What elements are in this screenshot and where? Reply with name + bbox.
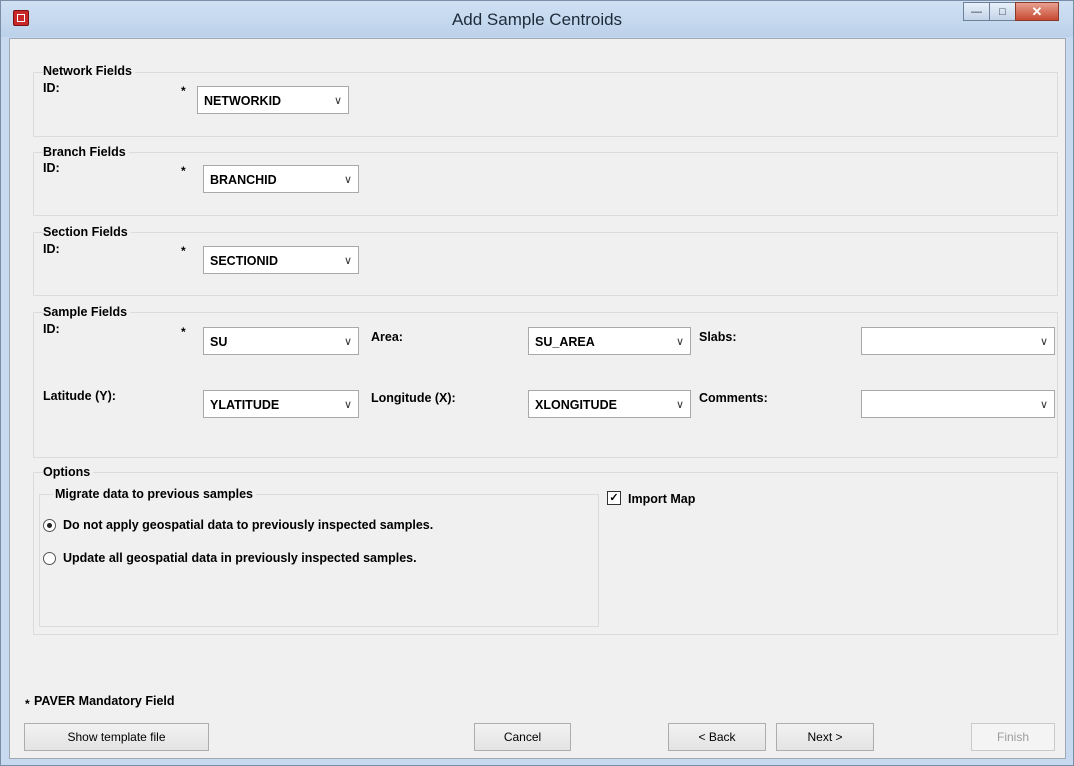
area-label: Area: (371, 330, 403, 344)
network-id-label: ID: (43, 81, 60, 95)
chevron-down-icon: ∨ (343, 336, 352, 348)
chevron-down-icon: ∨ (675, 336, 684, 348)
sample-id-select[interactable]: SU ∨ (203, 327, 359, 355)
import-map-checkbox[interactable]: ✓ (607, 491, 621, 505)
latitude-select[interactable]: YLATITUDE ∨ (203, 390, 359, 418)
sample-fields-label: Sample Fields (43, 305, 131, 319)
section-id-select[interactable]: SECTIONID ∨ (203, 246, 359, 274)
radio-update-all-label[interactable]: Update all geospatial data in previously… (63, 551, 417, 565)
branch-fields-label: Branch Fields (43, 145, 129, 159)
mandatory-marker: * (181, 325, 186, 339)
close-icon[interactable]: ✕ (1015, 2, 1059, 21)
next-button[interactable]: Next > (776, 723, 874, 751)
window-controls: — □ ✕ (963, 2, 1059, 24)
radio-do-not-apply-label[interactable]: Do not apply geospatial data to previous… (63, 518, 433, 532)
branch-fields-group (33, 152, 1058, 216)
area-select[interactable]: SU_AREA ∨ (528, 327, 691, 355)
longitude-label: Longitude (X): (371, 391, 456, 405)
dialog-client-area: Network Fields ID: * NETWORKID ∨ Branch … (9, 38, 1066, 759)
mandatory-marker: * (25, 697, 30, 711)
back-button[interactable]: < Back (668, 723, 766, 751)
branch-id-select[interactable]: BRANCHID ∨ (203, 165, 359, 193)
chevron-down-icon: ∨ (675, 399, 684, 411)
comments-label: Comments: (699, 391, 768, 405)
mandatory-marker: * (181, 244, 186, 258)
chevron-down-icon: ∨ (1039, 336, 1048, 348)
chevron-down-icon: ∨ (343, 255, 352, 267)
chevron-down-icon: ∨ (1039, 399, 1048, 411)
minimize-icon[interactable]: — (963, 2, 990, 21)
maximize-icon[interactable]: □ (989, 2, 1016, 21)
sample-id-label: ID: (43, 322, 60, 336)
comments-select[interactable]: ∨ (861, 390, 1055, 418)
cancel-button[interactable]: Cancel (474, 723, 571, 751)
section-fields-label: Section Fields (43, 225, 131, 239)
show-template-file-button[interactable]: Show template file (24, 723, 209, 751)
slabs-label: Slabs: (699, 330, 737, 344)
branch-id-label: ID: (43, 161, 60, 175)
network-fields-group (33, 72, 1058, 137)
latitude-label: Latitude (Y): (43, 389, 116, 403)
title-bar[interactable]: Add Sample Centroids — □ ✕ (1, 1, 1073, 37)
radio-do-not-apply[interactable] (43, 519, 56, 532)
options-label: Options (43, 465, 94, 479)
network-id-select[interactable]: NETWORKID ∨ (197, 86, 349, 114)
mandatory-marker: * (181, 84, 186, 98)
window-title: Add Sample Centroids (451, 10, 623, 29)
chevron-down-icon: ∨ (343, 399, 352, 411)
slabs-select[interactable]: ∨ (861, 327, 1055, 355)
longitude-select[interactable]: XLONGITUDE ∨ (528, 390, 691, 418)
dialog-window: Add Sample Centroids — □ ✕ Network Field… (0, 0, 1074, 766)
section-id-label: ID: (43, 242, 60, 256)
network-fields-label: Network Fields (43, 64, 135, 78)
finish-button: Finish (971, 723, 1055, 751)
chevron-down-icon: ∨ (343, 174, 352, 186)
chevron-down-icon: ∨ (333, 95, 342, 107)
mandatory-note: PAVER Mandatory Field (34, 694, 175, 708)
radio-update-all[interactable] (43, 552, 56, 565)
section-fields-group (33, 232, 1058, 296)
migrate-data-label: Migrate data to previous samples (53, 487, 256, 501)
import-map-label[interactable]: Import Map (628, 492, 695, 506)
mandatory-marker: * (181, 164, 186, 178)
